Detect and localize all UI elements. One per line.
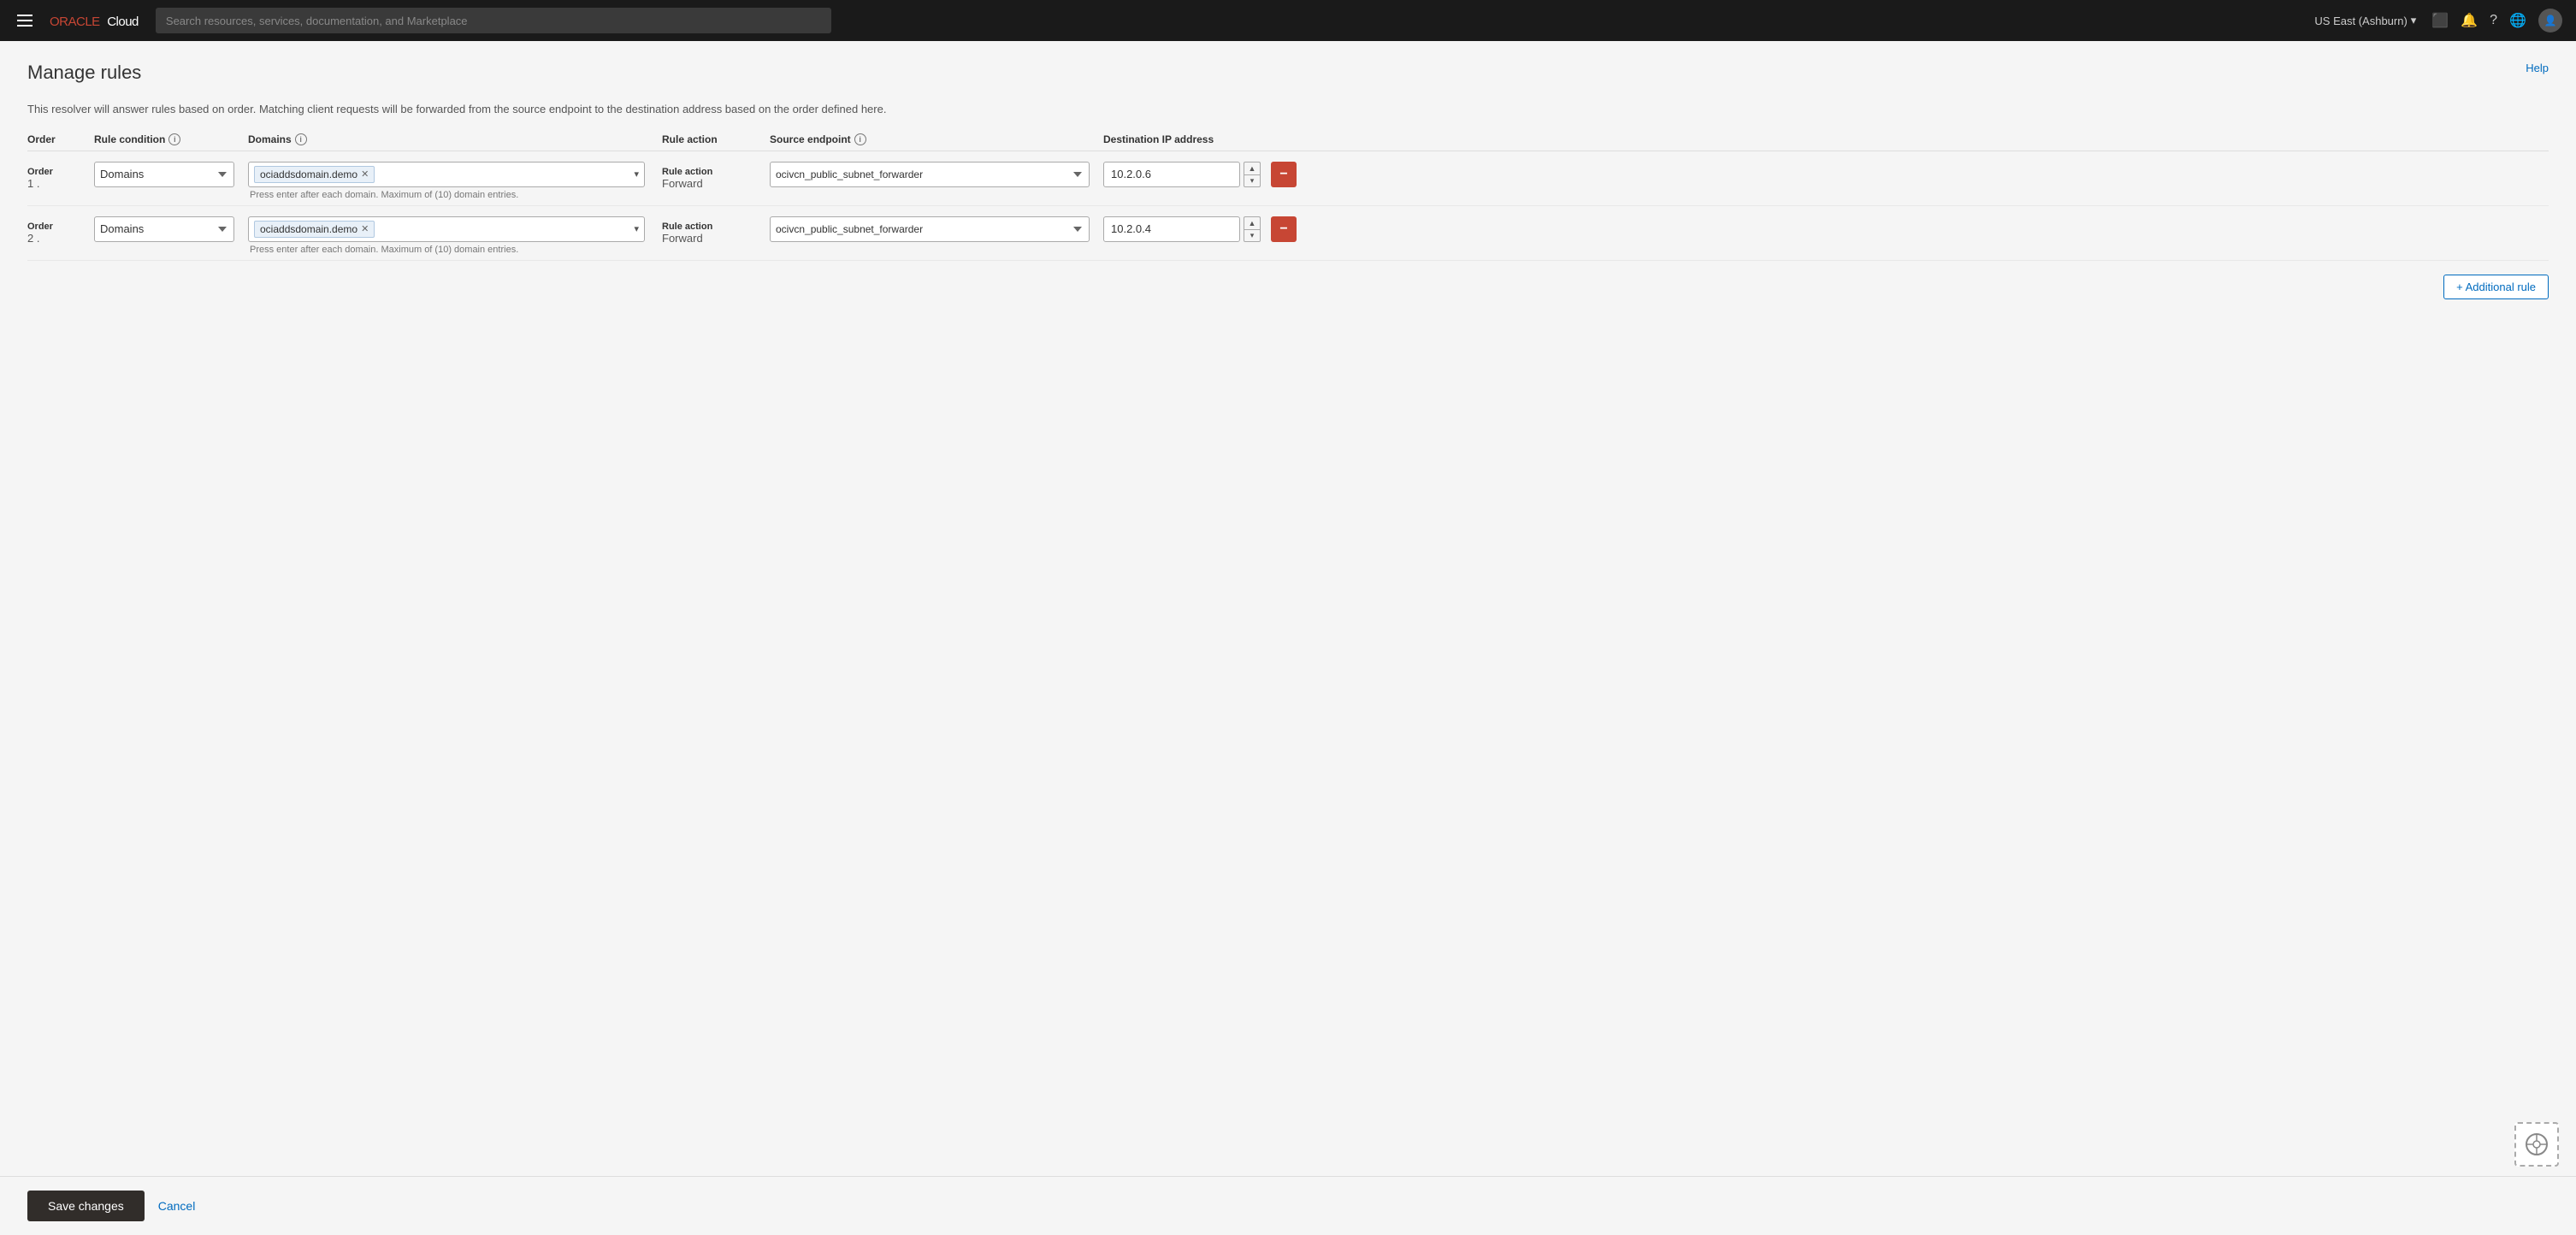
rule-action-cell-2: Rule action Forward xyxy=(652,216,763,245)
topnav-icons: ⬛ 🔔 ? 🌐 👤 xyxy=(2431,9,2562,32)
delete-rule-btn-2[interactable]: − xyxy=(1271,216,1297,242)
domains-input-2[interactable]: ociaddsdomain.demo ✕ ▾ xyxy=(248,216,645,242)
topnav-right: US East (Ashburn) ▾ ⬛ 🔔 ? 🌐 👤 xyxy=(2314,9,2562,32)
rule-action-cell-1: Rule action Forward xyxy=(652,162,763,190)
table-row: Order 1 . Domains ociaddsdomain.demo ✕ ▾… xyxy=(27,151,2549,206)
user-avatar[interactable]: 👤 xyxy=(2538,9,2562,32)
order-cell-2: Order 2 . xyxy=(27,216,87,245)
notification-icon[interactable]: 🔔 xyxy=(2461,12,2478,29)
add-rule-row: + Additional rule xyxy=(27,261,2549,313)
source-endpoint-select-2[interactable]: ocivcn_public_subnet_forwarder xyxy=(770,216,1090,242)
source-endpoint-cell-1: ocivcn_public_subnet_forwarder xyxy=(763,162,1096,187)
search-input[interactable] xyxy=(156,8,831,33)
domains-cell-2: ociaddsdomain.demo ✕ ▾ Press enter after… xyxy=(241,216,652,255)
rules-table-header: Order Rule condition i Domains i Rule ac… xyxy=(27,133,2549,151)
cloud-shell-icon[interactable]: ⬛ xyxy=(2431,12,2449,29)
domain-tag-remove-1[interactable]: ✕ xyxy=(361,168,369,180)
order-cell-1: Order 1 . xyxy=(27,162,87,190)
language-icon[interactable]: 🌐 xyxy=(2509,12,2526,29)
dest-ip-up-btn-2[interactable]: ▲ xyxy=(1244,216,1261,229)
rule-condition-cell-2: Domains xyxy=(87,216,241,242)
delete-rule-btn-1[interactable]: − xyxy=(1271,162,1297,187)
page-content: Manage rules Help This resolver will ans… xyxy=(0,41,2576,1176)
domain-tag-2: ociaddsdomain.demo ✕ xyxy=(254,221,375,238)
dest-ip-down-btn-2[interactable]: ▾ xyxy=(1244,229,1261,242)
add-rule-button[interactable]: + Additional rule xyxy=(2443,275,2549,299)
domains-info-icon[interactable]: i xyxy=(295,133,307,145)
dest-ip-arrows-1: ▲ ▾ xyxy=(1244,162,1261,187)
description-text: This resolver will answer rules based on… xyxy=(27,101,2549,118)
domains-input-1[interactable]: ociaddsdomain.demo ✕ ▾ xyxy=(248,162,645,187)
rule-condition-col-header: Rule condition i xyxy=(87,133,241,145)
dest-ip-cell-2: ▲ ▾ xyxy=(1096,216,1267,242)
rule-action-col-header: Rule action xyxy=(652,133,763,145)
domains-cell-1: ociaddsdomain.demo ✕ ▾ Press enter after… xyxy=(241,162,652,200)
page-header: Manage rules Help xyxy=(27,62,2549,84)
domains-dropdown-btn-1[interactable]: ▾ xyxy=(634,168,639,180)
rule-condition-cell-1: Domains xyxy=(87,162,241,187)
dest-ip-cell-1: ▲ ▾ xyxy=(1096,162,1267,187)
help-widget[interactable] xyxy=(2514,1122,2559,1167)
oracle-text: ORACLE xyxy=(50,15,100,29)
source-endpoint-col-header: Source endpoint i xyxy=(763,133,1096,145)
delete-cell-1: − xyxy=(1267,162,1310,187)
region-label: US East (Ashburn) xyxy=(2314,15,2407,27)
dest-ip-up-btn-1[interactable]: ▲ xyxy=(1244,162,1261,174)
bottom-bar: Save changes Cancel xyxy=(0,1176,2576,1235)
dest-ip-arrows-2: ▲ ▾ xyxy=(1244,216,1261,242)
source-endpoint-select-1[interactable]: ocivcn_public_subnet_forwarder xyxy=(770,162,1090,187)
dest-ip-input-1[interactable] xyxy=(1103,162,1240,187)
source-endpoint-cell-2: ocivcn_public_subnet_forwarder xyxy=(763,216,1096,242)
delete-cell-2: − xyxy=(1267,216,1310,242)
domain-hint-2: Press enter after each domain. Maximum o… xyxy=(248,245,645,255)
top-navigation: ORACLE Cloud US East (Ashburn) ▾ ⬛ 🔔 ? 🌐… xyxy=(0,0,2576,41)
dest-ip-col-header: Destination IP address xyxy=(1096,133,1267,145)
domain-hint-1: Press enter after each domain. Maximum o… xyxy=(248,190,645,200)
domain-tag-1: ociaddsdomain.demo ✕ xyxy=(254,166,375,183)
table-row: Order 2 . Domains ociaddsdomain.demo ✕ ▾… xyxy=(27,206,2549,261)
domain-tag-remove-2[interactable]: ✕ xyxy=(361,223,369,234)
page-title: Manage rules xyxy=(27,62,141,84)
dest-ip-down-btn-1[interactable]: ▾ xyxy=(1244,174,1261,187)
chevron-down-icon: ▾ xyxy=(2411,14,2417,27)
hamburger-menu[interactable] xyxy=(14,11,36,30)
rule-condition-info-icon[interactable]: i xyxy=(168,133,180,145)
region-selector[interactable]: US East (Ashburn) ▾ xyxy=(2314,14,2416,27)
domains-dropdown-btn-2[interactable]: ▾ xyxy=(634,223,639,234)
help-icon[interactable]: ? xyxy=(2490,13,2497,28)
rule-condition-select-2[interactable]: Domains xyxy=(94,216,234,242)
cloud-text: Cloud xyxy=(107,15,139,29)
source-endpoint-info-icon[interactable]: i xyxy=(854,133,866,145)
cancel-button[interactable]: Cancel xyxy=(158,1199,196,1213)
oracle-logo: ORACLE Cloud xyxy=(46,12,139,30)
global-search[interactable] xyxy=(156,8,831,33)
rule-condition-select-1[interactable]: Domains xyxy=(94,162,234,187)
save-button[interactable]: Save changes xyxy=(27,1191,145,1221)
help-link[interactable]: Help xyxy=(2526,62,2549,74)
dest-ip-input-2[interactable] xyxy=(1103,216,1240,242)
domains-col-header: Domains i xyxy=(241,133,652,145)
order-col-header: Order xyxy=(27,133,87,145)
